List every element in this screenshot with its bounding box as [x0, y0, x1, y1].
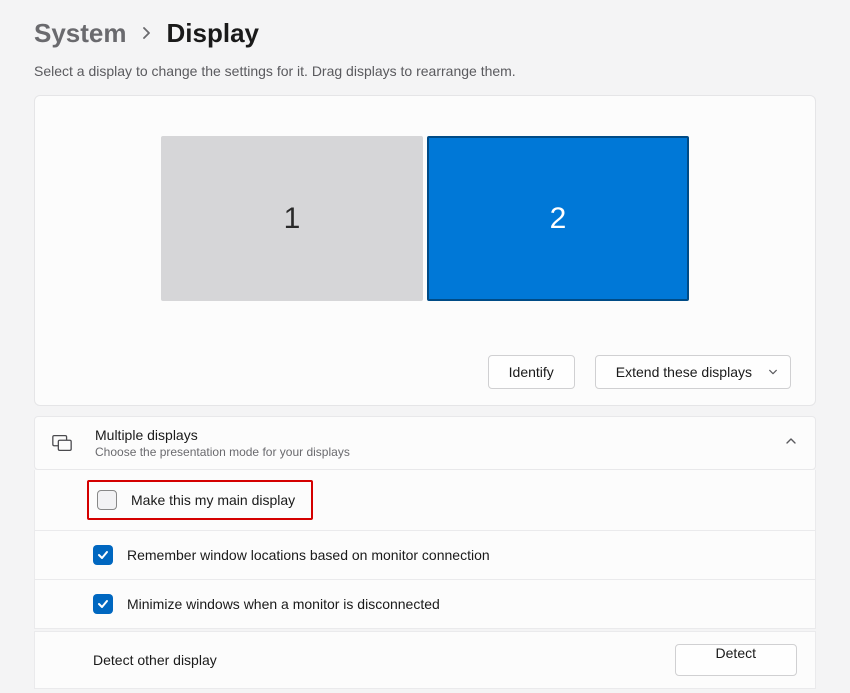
multiple-displays-icon — [51, 432, 73, 454]
display-mode-label: Extend these displays — [616, 364, 752, 380]
breadcrumb: System Display — [34, 18, 816, 49]
minimize-disconnect-checkbox[interactable] — [93, 594, 113, 614]
chevron-up-icon — [785, 434, 797, 452]
monitors-area[interactable]: 1 2 — [59, 136, 791, 301]
detect-display-label: Detect other display — [93, 652, 675, 668]
chevron-right-icon — [141, 23, 153, 44]
main-display-highlight: Make this my main display — [87, 480, 313, 520]
monitor-1[interactable]: 1 — [161, 136, 423, 301]
display-arrangement-card: 1 2 Identify Extend these displays — [34, 95, 816, 406]
main-display-checkbox[interactable] — [97, 490, 117, 510]
page-subtitle: Select a display to change the settings … — [34, 63, 816, 79]
monitor-2[interactable]: 2 — [427, 136, 689, 301]
multiple-displays-title: Multiple displays — [95, 427, 785, 443]
breadcrumb-parent[interactable]: System — [34, 18, 127, 49]
option-main-display-row: Make this my main display — [34, 470, 816, 531]
page-title: Display — [167, 18, 260, 49]
chevron-down-icon — [768, 364, 778, 380]
multiple-displays-expander[interactable]: Multiple displays Choose the presentatio… — [34, 416, 816, 470]
option-remember-locations-row: Remember window locations based on monit… — [34, 531, 816, 580]
display-mode-dropdown[interactable]: Extend these displays — [595, 355, 791, 389]
main-display-label: Make this my main display — [131, 492, 295, 508]
minimize-disconnect-label: Minimize windows when a monitor is disco… — [127, 596, 797, 612]
option-minimize-disconnect-row: Minimize windows when a monitor is disco… — [34, 580, 816, 629]
detect-display-row: Detect other display Detect — [34, 631, 816, 689]
remember-locations-checkbox[interactable] — [93, 545, 113, 565]
remember-locations-label: Remember window locations based on monit… — [127, 547, 797, 563]
detect-button[interactable]: Detect — [675, 644, 797, 676]
identify-button[interactable]: Identify — [488, 355, 575, 389]
display-actions: Identify Extend these displays — [59, 355, 791, 389]
multiple-displays-desc: Choose the presentation mode for your di… — [95, 445, 785, 459]
